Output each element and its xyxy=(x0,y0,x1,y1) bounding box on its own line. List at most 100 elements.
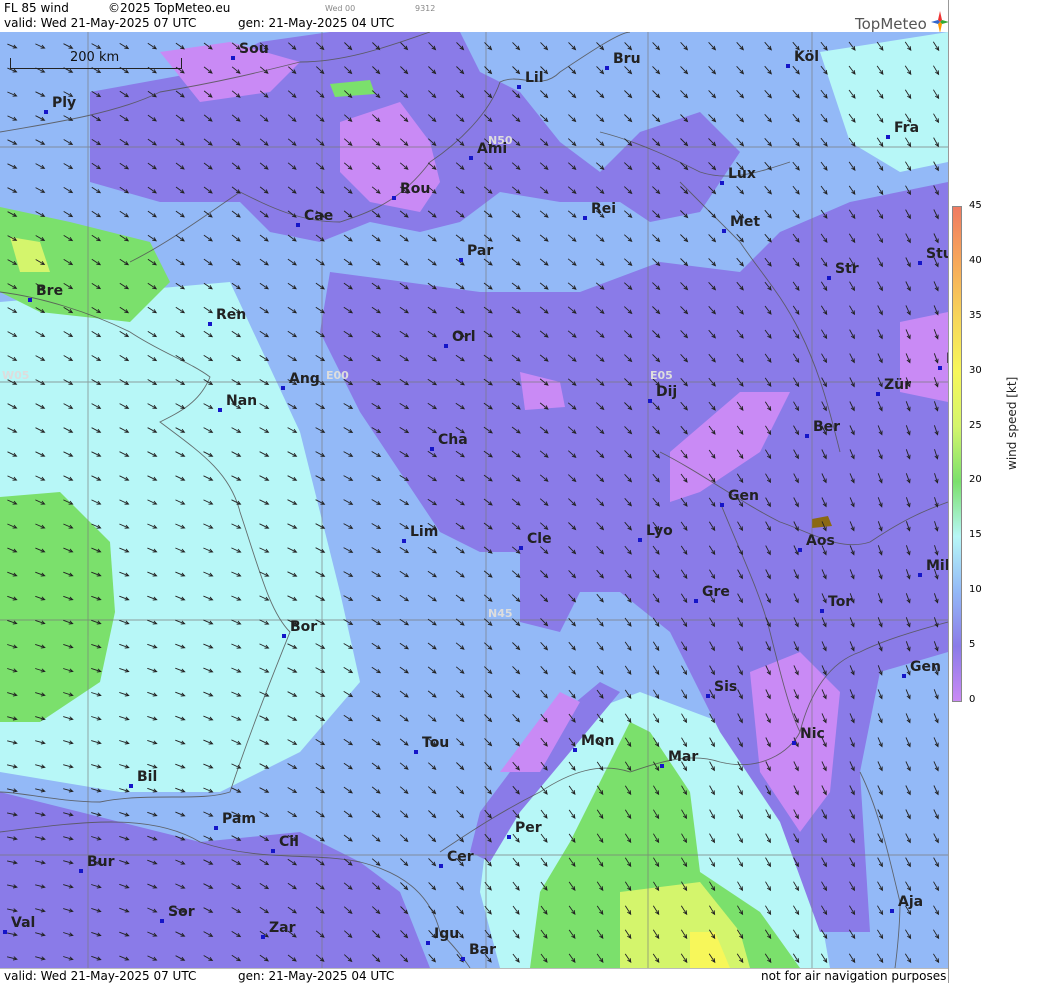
city-marker xyxy=(218,408,222,412)
city-label: Ang xyxy=(289,371,320,387)
generated-time: gen: 21-May-2025 04 UTC xyxy=(238,16,395,30)
city-marker xyxy=(444,344,448,348)
legend-tick-label: 5 xyxy=(969,639,976,651)
grid-label-e00: E00 xyxy=(326,369,349,382)
city-label: Aja xyxy=(898,894,924,910)
legend-tick-label: 0 xyxy=(969,694,976,705)
city-marker xyxy=(902,674,906,678)
city-label: Ami xyxy=(477,141,508,157)
city-marker xyxy=(694,599,698,603)
city-marker xyxy=(660,764,664,768)
city-marker xyxy=(439,864,443,868)
city-marker xyxy=(820,609,824,613)
legend-tick-label: 45 xyxy=(969,200,982,211)
city-marker xyxy=(792,741,796,745)
city-marker xyxy=(638,538,642,542)
footer-generated-time: gen: 21-May-2025 04 UTC xyxy=(238,969,395,983)
city-marker xyxy=(876,392,880,396)
valid-time: valid: Wed 21-May-2025 07 UTC xyxy=(4,16,197,30)
city-label: Zür xyxy=(884,377,912,393)
city-marker xyxy=(129,784,133,788)
city-label: Lux xyxy=(728,166,756,182)
city-label: Bre xyxy=(36,283,64,299)
city-label: Gre xyxy=(702,584,730,600)
city-label: Cae xyxy=(304,208,334,224)
city-label: Nic xyxy=(800,726,825,742)
city-marker xyxy=(648,399,652,403)
grid-label-w05: W05 xyxy=(2,369,30,382)
city-marker xyxy=(722,229,726,233)
city-marker xyxy=(231,56,235,60)
city-label: Sis xyxy=(714,679,738,695)
city-label: Zar xyxy=(269,920,296,936)
city-marker xyxy=(402,539,406,543)
footer-valid-time: valid: Wed 21-May-2025 07 UTC xyxy=(4,969,197,983)
city-label: Mar xyxy=(668,749,699,765)
city-label: Stu xyxy=(926,246,948,262)
city-marker xyxy=(827,276,831,280)
city-label: Fra xyxy=(894,120,920,136)
city-label: Par xyxy=(467,243,494,259)
city-marker xyxy=(517,85,521,89)
city-label: Rei xyxy=(591,201,617,217)
city-label: Lyo xyxy=(646,523,673,539)
legend-tick-label: 20 xyxy=(969,474,982,486)
city-marker xyxy=(282,634,286,638)
city-marker xyxy=(886,135,890,139)
city-marker xyxy=(281,386,285,390)
city-label: Sou xyxy=(239,41,269,57)
city-label: Gen xyxy=(728,488,759,504)
city-marker xyxy=(208,322,212,326)
city-label: Gen xyxy=(910,659,941,675)
city-marker xyxy=(786,64,790,68)
city-marker xyxy=(160,919,164,923)
city-marker xyxy=(720,181,724,185)
logo-text: TopMeteo xyxy=(855,15,927,33)
city-label: Per xyxy=(515,820,542,836)
city-marker xyxy=(507,835,511,839)
city-marker xyxy=(461,957,465,961)
city-label: Mil xyxy=(926,558,948,574)
city-marker xyxy=(44,110,48,114)
city-marker xyxy=(469,156,473,160)
legend-tick-label: 30 xyxy=(969,364,982,376)
city-label: Cer xyxy=(447,849,474,865)
city-label: Mon xyxy=(581,733,615,749)
run-id-label: 9312 xyxy=(415,4,436,13)
city-label: Tor xyxy=(828,594,853,610)
city-marker xyxy=(296,223,300,227)
city-marker xyxy=(938,366,942,370)
city-label: Rou xyxy=(400,181,431,197)
legend-color-bar xyxy=(952,206,962,702)
compass-star-icon xyxy=(930,11,949,33)
wind-field-svg xyxy=(0,32,948,968)
city-marker xyxy=(430,447,434,451)
city-marker xyxy=(214,826,218,830)
copyright-text: ©2025 TopMeteo.eu xyxy=(108,1,231,15)
city-label: Ply xyxy=(52,95,77,111)
city-label: Lim xyxy=(410,524,439,540)
city-label: Bar xyxy=(469,942,497,958)
city-label: Str xyxy=(835,261,859,277)
city-label: Met xyxy=(730,214,761,230)
city-marker xyxy=(798,548,802,552)
city-label: Bur xyxy=(87,854,115,870)
legend-tick-label: 15 xyxy=(969,529,982,541)
city-label: Sor xyxy=(168,904,195,920)
city-label: Cil xyxy=(279,834,299,850)
city-label: Cha xyxy=(438,432,468,448)
city-marker xyxy=(605,66,609,70)
city-label: Tou xyxy=(422,735,450,751)
wind-map[interactable]: 200 km N50 N45 W05 E00 E05 Sou Ply Lil Bru K… xyxy=(0,32,948,968)
city-label: Lil xyxy=(525,70,544,86)
city-label: Val xyxy=(11,915,36,931)
city-label: Orl xyxy=(452,329,476,345)
city-label: Ber xyxy=(813,419,841,435)
scale-bar-label: 200 km xyxy=(70,50,120,65)
city-marker xyxy=(918,261,922,265)
city-marker xyxy=(890,909,894,913)
city-label: Bor xyxy=(290,619,318,635)
city-marker xyxy=(805,434,809,438)
map-title: FL 85 wind xyxy=(4,1,69,15)
city-marker xyxy=(271,849,275,853)
